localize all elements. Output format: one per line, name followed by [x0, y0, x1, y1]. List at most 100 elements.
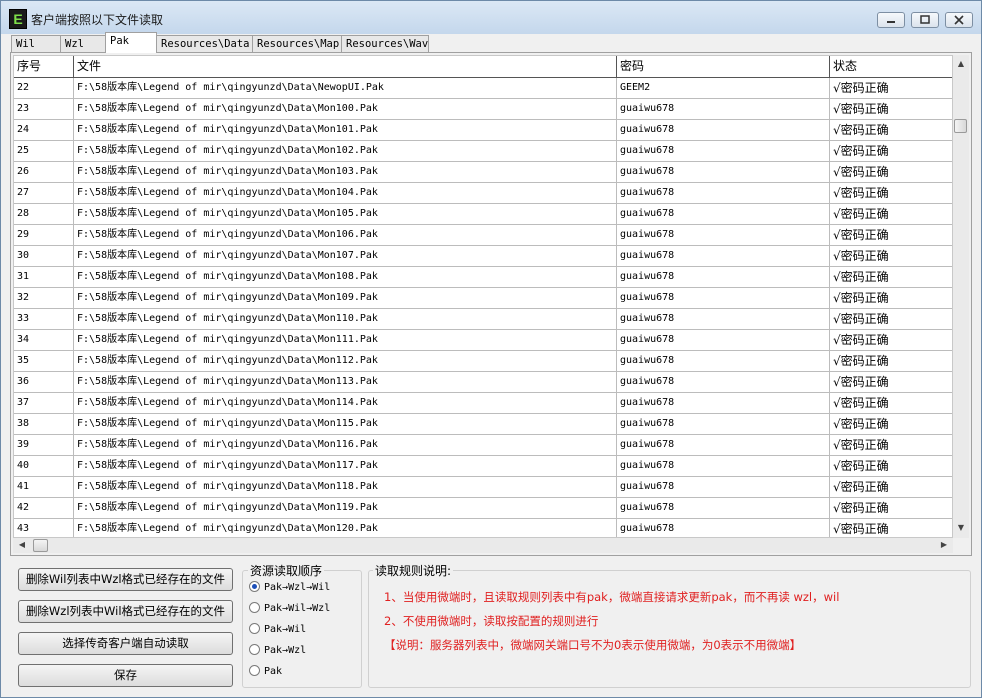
cell-password: guaiwu678: [617, 498, 830, 518]
cell-index: 22: [14, 78, 74, 98]
app-icon: E: [9, 9, 27, 29]
auto-read-client-button[interactable]: 选择传奇客户端自动读取: [18, 632, 233, 655]
cell-password: guaiwu678: [617, 309, 830, 329]
tab-wzl[interactable]: Wzl: [60, 35, 106, 52]
column-header-password[interactable]: 密码: [617, 56, 830, 77]
window-title: 客户端按照以下文件读取: [31, 13, 164, 27]
delete-wzl-duplicates-button[interactable]: 删除Wzl列表中Wil格式已经存在的文件: [18, 600, 233, 623]
table-row[interactable]: 35 F:\58版本库\Legend of mir\qingyunzd\Data\…: [14, 351, 952, 372]
cell-index: 26: [14, 162, 74, 182]
read-rules-title: 读取规则说明:: [373, 562, 454, 579]
cell-password: guaiwu678: [617, 141, 830, 161]
cell-password: guaiwu678: [617, 393, 830, 413]
column-header-file[interactable]: 文件: [74, 56, 617, 77]
cell-file: F:\58版本库\Legend of mir\qingyunzd\Data\Mo…: [74, 435, 617, 455]
cell-status: √密码正确: [833, 333, 889, 347]
tab-pak[interactable]: Pak: [105, 32, 157, 53]
cell-password: guaiwu678: [617, 99, 830, 119]
cell-file: F:\58版本库\Legend of mir\qingyunzd\Data\Mo…: [74, 99, 617, 119]
cell-password: guaiwu678: [617, 162, 830, 182]
cell-index: 38: [14, 414, 74, 434]
order-option-pak-wil[interactable]: Pak→Wil: [249, 622, 306, 638]
cell-status: √密码正确: [833, 249, 889, 263]
table-row[interactable]: 26 F:\58版本库\Legend of mir\qingyunzd\Data\…: [14, 162, 952, 183]
minimize-button[interactable]: [877, 12, 905, 28]
table-row[interactable]: 43 F:\58版本库\Legend of mir\qingyunzd\Data\…: [14, 519, 952, 537]
vertical-scrollbar[interactable]: ▲ ▼: [953, 55, 969, 538]
horizontal-scrollbar[interactable]: ◀ ▶: [13, 538, 953, 553]
order-option-pak[interactable]: Pak: [249, 664, 282, 680]
cell-status: √密码正确: [833, 165, 889, 179]
cell-file: F:\58版本库\Legend of mir\qingyunzd\Data\Mo…: [74, 330, 617, 350]
tab-resources-wav[interactable]: Resources\Wav: [341, 35, 429, 52]
column-header-status[interactable]: 状态: [830, 56, 952, 77]
table-row[interactable]: 40 F:\58版本库\Legend of mir\qingyunzd\Data\…: [14, 456, 952, 477]
order-option-pak-wzl-wil[interactable]: Pak→Wzl→Wil: [249, 580, 330, 596]
scroll-left-icon[interactable]: ◀: [17, 540, 27, 550]
cell-password: guaiwu678: [617, 414, 830, 434]
scroll-down-icon[interactable]: ▼: [956, 523, 966, 533]
order-option-pak-wzl[interactable]: Pak→Wzl: [249, 643, 306, 659]
table-row[interactable]: 36 F:\58版本库\Legend of mir\qingyunzd\Data\…: [14, 372, 952, 393]
cell-index: 35: [14, 351, 74, 371]
table-row[interactable]: 31 F:\58版本库\Legend of mir\qingyunzd\Data\…: [14, 267, 952, 288]
scroll-right-icon[interactable]: ▶: [939, 540, 949, 550]
cell-status: √密码正确: [833, 396, 889, 410]
table-row[interactable]: 25 F:\58版本库\Legend of mir\qingyunzd\Data\…: [14, 141, 952, 162]
table-row[interactable]: 34 F:\58版本库\Legend of mir\qingyunzd\Data\…: [14, 330, 952, 351]
cell-password: GEEM2: [617, 78, 830, 98]
cell-status: √密码正确: [833, 270, 889, 284]
maximize-button[interactable]: [911, 12, 939, 28]
table-row[interactable]: 42 F:\58版本库\Legend of mir\qingyunzd\Data\…: [14, 498, 952, 519]
save-button[interactable]: 保存: [18, 664, 233, 687]
cell-index: 23: [14, 99, 74, 119]
table-row[interactable]: 38 F:\58版本库\Legend of mir\qingyunzd\Data\…: [14, 414, 952, 435]
rule-note: 【说明：服务器列表中，微端网关端口号不为0表示使用微端，为0表示不用微端】: [384, 638, 802, 652]
close-button[interactable]: [945, 12, 973, 28]
order-option-label: Pak→Wzl→Wil: [264, 582, 331, 593]
tab-resources-data[interactable]: Resources\Data: [156, 35, 253, 52]
table-row[interactable]: 28 F:\58版本库\Legend of mir\qingyunzd\Data\…: [14, 204, 952, 225]
table-row[interactable]: 32 F:\58版本库\Legend of mir\qingyunzd\Data\…: [14, 288, 952, 309]
table-row[interactable]: 24 F:\58版本库\Legend of mir\qingyunzd\Data\…: [14, 120, 952, 141]
cell-index: 29: [14, 225, 74, 245]
cell-file: F:\58版本库\Legend of mir\qingyunzd\Data\Mo…: [74, 414, 617, 434]
cell-password: guaiwu678: [617, 183, 830, 203]
column-header-index[interactable]: 序号: [14, 56, 74, 77]
table-row[interactable]: 39 F:\58版本库\Legend of mir\qingyunzd\Data\…: [14, 435, 952, 456]
table-body: 22 F:\58版本库\Legend of mir\qingyunzd\Data\…: [14, 78, 952, 537]
order-option-pak-wil-wzl[interactable]: Pak→Wil→Wzl: [249, 601, 330, 617]
table-row[interactable]: 33 F:\58版本库\Legend of mir\qingyunzd\Data\…: [14, 309, 952, 330]
vertical-scroll-thumb[interactable]: [954, 119, 967, 133]
table-row[interactable]: 22 F:\58版本库\Legend of mir\qingyunzd\Data\…: [14, 78, 952, 99]
table-row[interactable]: 37 F:\58版本库\Legend of mir\qingyunzd\Data\…: [14, 393, 952, 414]
cell-index: 27: [14, 183, 74, 203]
cell-file: F:\58版本库\Legend of mir\qingyunzd\Data\Mo…: [74, 120, 617, 140]
delete-wil-duplicates-button[interactable]: 删除Wil列表中Wzl格式已经存在的文件: [18, 568, 233, 591]
cell-status: √密码正确: [833, 354, 889, 368]
cell-password: guaiwu678: [617, 519, 830, 537]
table-row[interactable]: 29 F:\58版本库\Legend of mir\qingyunzd\Data\…: [14, 225, 952, 246]
scroll-up-icon[interactable]: ▲: [956, 59, 966, 69]
order-option-label: Pak: [264, 666, 283, 677]
tab-wil[interactable]: Wil: [11, 35, 61, 52]
table-row[interactable]: 27 F:\58版本库\Legend of mir\qingyunzd\Data\…: [14, 183, 952, 204]
tab-resources-map[interactable]: Resources\Map: [252, 35, 342, 52]
table-row[interactable]: 30 F:\58版本库\Legend of mir\qingyunzd\Data\…: [14, 246, 952, 267]
cell-index: 30: [14, 246, 74, 266]
table-row[interactable]: 41 F:\58版本库\Legend of mir\qingyunzd\Data\…: [14, 477, 952, 498]
table-row[interactable]: 23 F:\58版本库\Legend of mir\qingyunzd\Data\…: [14, 99, 952, 120]
cell-file: F:\58版本库\Legend of mir\qingyunzd\Data\Ne…: [74, 78, 617, 98]
cell-file: F:\58版本库\Legend of mir\qingyunzd\Data\Mo…: [74, 204, 617, 224]
cell-status: √密码正确: [833, 228, 889, 242]
cell-index: 39: [14, 435, 74, 455]
file-table[interactable]: 序号 文件 密码 状态 22 F:\58版本库\Legend of mir\qin…: [13, 55, 953, 538]
cell-index: 41: [14, 477, 74, 497]
horizontal-scroll-thumb[interactable]: [33, 539, 48, 552]
cell-file: F:\58版本库\Legend of mir\qingyunzd\Data\Mo…: [74, 162, 617, 182]
cell-password: guaiwu678: [617, 435, 830, 455]
cell-status: √密码正确: [833, 312, 889, 326]
cell-file: F:\58版本库\Legend of mir\qingyunzd\Data\Mo…: [74, 267, 617, 287]
cell-status: √密码正确: [833, 501, 889, 515]
read-order-title: 资源读取顺序: [248, 562, 325, 579]
